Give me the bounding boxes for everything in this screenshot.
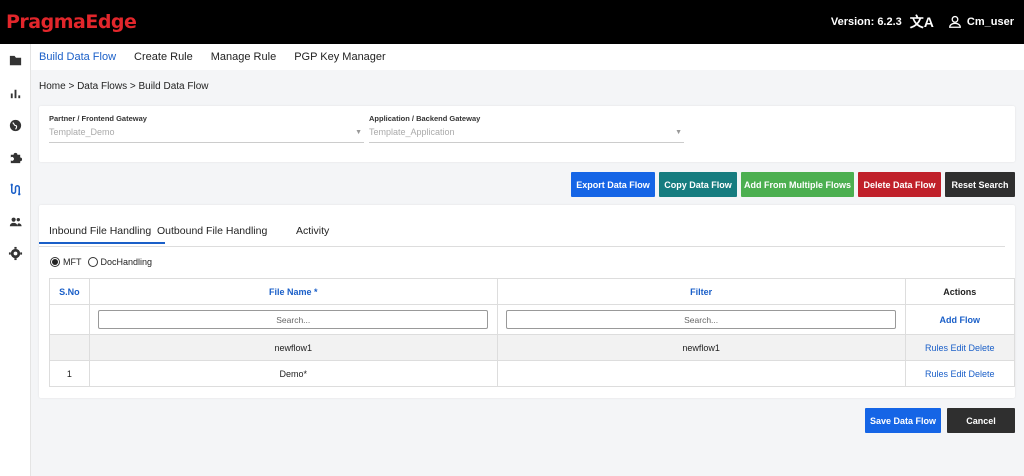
delete-data-flow-button[interactable]: Delete Data Flow bbox=[858, 172, 941, 197]
filter-search-input[interactable]: Search... bbox=[506, 310, 897, 329]
copy-data-flow-button[interactable]: Copy Data Flow bbox=[659, 172, 737, 197]
sidebar bbox=[0, 44, 31, 476]
username[interactable]: Cm_user bbox=[967, 16, 1014, 28]
footer-buttons: Save Data Flow Cancel bbox=[861, 408, 1015, 433]
row-actions-links[interactable]: Rules Edit Delete bbox=[925, 369, 995, 379]
header-file-name[interactable]: File Name * bbox=[88, 278, 498, 305]
table-row: 1 Demo* Rules Edit Delete bbox=[49, 360, 1016, 387]
top-header: PragmaEdge Version: 6.2.3 文A Cm_user bbox=[0, 0, 1024, 44]
cell-sno bbox=[49, 334, 90, 361]
cell-filter: newflow1 bbox=[496, 334, 906, 361]
file-handling-card: Inbound File Handling Outbound File Hand… bbox=[38, 205, 1016, 398]
translate-icon[interactable]: 文A bbox=[910, 12, 934, 32]
application-select[interactable]: Application / Backend Gateway Template_A… bbox=[369, 114, 684, 143]
top-nav-tabs: Build Data Flow Create Rule Manage Rule … bbox=[31, 44, 1024, 70]
table-row: newflow1 newflow1 Rules Edit Delete bbox=[49, 334, 1016, 361]
tab-manage-rule[interactable]: Manage Rule bbox=[211, 44, 276, 70]
tab-inbound-file-handling[interactable]: Inbound File Handling bbox=[38, 225, 166, 244]
partner-value: Template_Demo bbox=[49, 127, 115, 137]
main-content: Build Data Flow Create Rule Manage Rule … bbox=[31, 44, 1024, 476]
inner-tabs: Inbound File Handling Outbound File Hand… bbox=[38, 217, 1005, 247]
tab-build-data-flow[interactable]: Build Data Flow bbox=[39, 44, 116, 70]
save-data-flow-button[interactable]: Save Data Flow bbox=[865, 408, 941, 433]
header-sno: S.No bbox=[49, 278, 90, 305]
folder-icon[interactable] bbox=[8, 53, 23, 68]
partner-select[interactable]: Partner / Frontend Gateway Template_Demo… bbox=[49, 114, 364, 143]
file-name-search-input[interactable]: Search... bbox=[98, 310, 489, 329]
row-actions-links[interactable]: Rules Edit Delete bbox=[925, 343, 995, 353]
bar-chart-icon[interactable] bbox=[8, 86, 23, 101]
cell-file-name: Demo* bbox=[88, 360, 498, 387]
reset-search-button[interactable]: Reset Search bbox=[945, 172, 1015, 197]
cell-file-name: newflow1 bbox=[88, 334, 498, 361]
puzzle-icon[interactable] bbox=[8, 150, 23, 165]
header-actions: Actions bbox=[904, 278, 1016, 305]
action-buttons: Export Data Flow Copy Data Flow Add From… bbox=[567, 172, 1015, 197]
add-flow-link[interactable]: Add Flow bbox=[940, 315, 981, 325]
breadcrumb: Home > Data Flows > Build Data Flow bbox=[39, 81, 209, 92]
handling-type-radios: MFT DocHandling bbox=[50, 257, 158, 267]
cancel-button[interactable]: Cancel bbox=[947, 408, 1015, 433]
application-label: Application / Backend Gateway bbox=[369, 114, 481, 123]
cell-filter bbox=[496, 360, 906, 387]
application-value: Template_Application bbox=[369, 127, 455, 137]
add-from-multiple-flows-button[interactable]: Add From Multiple Flows bbox=[741, 172, 854, 197]
chevron-down-icon: ▼ bbox=[355, 129, 362, 136]
dochandling-radio[interactable] bbox=[87, 257, 98, 267]
header-filter[interactable]: Filter bbox=[496, 278, 906, 305]
version-label: Version: 6.2.3 bbox=[830, 16, 902, 28]
data-flow-table: S.No File Name * Filter Actions Search..… bbox=[49, 278, 1016, 387]
users-icon[interactable] bbox=[8, 214, 23, 229]
mft-radio[interactable] bbox=[50, 257, 60, 267]
tab-outbound-file-handling[interactable]: Outbound File Handling bbox=[157, 225, 267, 237]
partner-label: Partner / Frontend Gateway bbox=[49, 114, 147, 123]
globe-icon[interactable] bbox=[8, 118, 23, 133]
tab-create-rule[interactable]: Create Rule bbox=[134, 44, 193, 70]
tab-pgp-key-manager[interactable]: PGP Key Manager bbox=[294, 44, 386, 70]
gateway-selection-card: Partner / Frontend Gateway Template_Demo… bbox=[39, 106, 1015, 162]
cell-sno: 1 bbox=[49, 360, 90, 387]
mft-label: MFT bbox=[63, 257, 82, 267]
data-flow-icon[interactable] bbox=[8, 182, 23, 197]
tab-activity[interactable]: Activity bbox=[296, 225, 329, 237]
dochandling-label: DocHandling bbox=[100, 257, 153, 267]
app-logo: PragmaEdge bbox=[6, 11, 137, 33]
user-icon[interactable] bbox=[948, 15, 962, 29]
export-data-flow-button[interactable]: Export Data Flow bbox=[571, 172, 655, 197]
chevron-down-icon: ▼ bbox=[675, 129, 682, 136]
gear-icon[interactable] bbox=[8, 246, 23, 261]
